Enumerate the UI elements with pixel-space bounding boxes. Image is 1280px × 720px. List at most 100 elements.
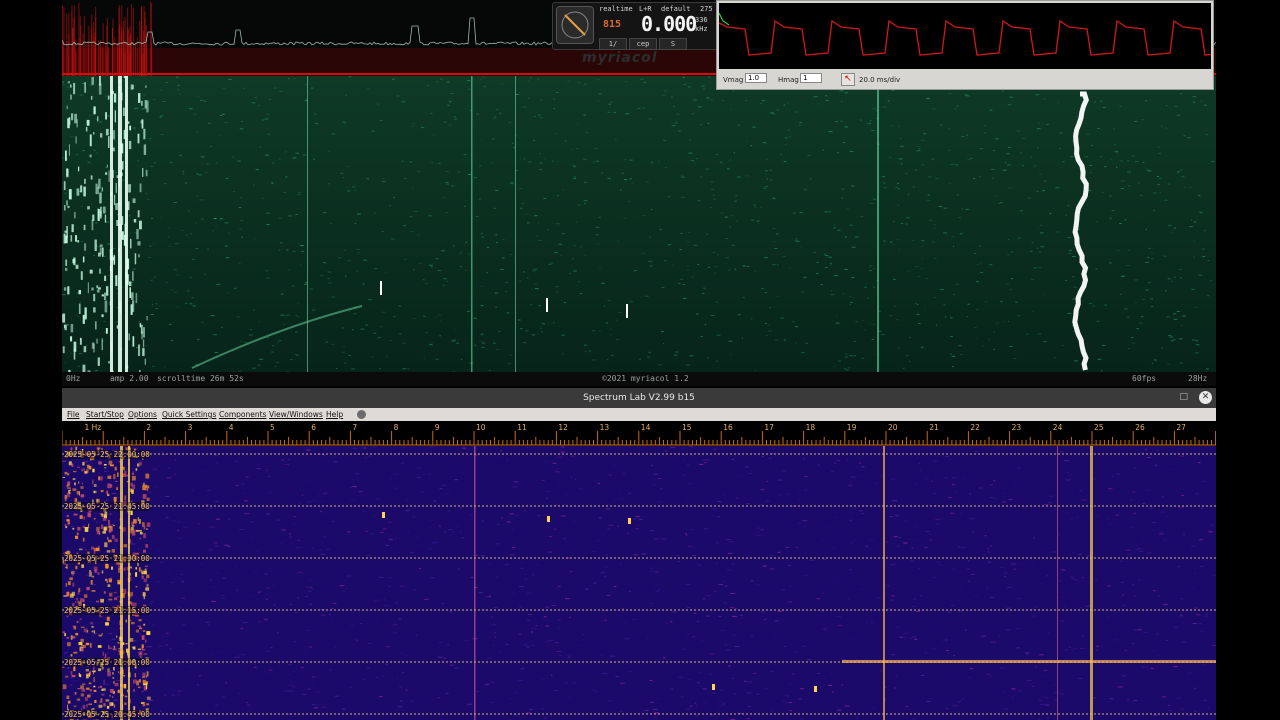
meter-button-s[interactable]: S (659, 38, 687, 50)
low-frequency-noise (68, 144, 70, 156)
noise-speckle (920, 595, 922, 597)
noise-speckle (799, 247, 802, 249)
low-frequency-noise (132, 646, 136, 650)
noise-speckle (382, 181, 386, 183)
low-frequency-noise (109, 647, 113, 650)
vmag-input[interactable] (745, 73, 767, 83)
noise-speckle (576, 148, 579, 150)
noise-speckle (555, 471, 560, 473)
noise-speckle (921, 675, 925, 676)
noise-speckle (897, 182, 899, 184)
noise-speckle (306, 447, 309, 448)
noise-speckle (516, 680, 519, 682)
noise-speckle (709, 653, 715, 655)
noise-speckle (637, 525, 639, 526)
noise-speckle (743, 680, 747, 682)
low-frequency-noise (89, 643, 92, 648)
window-titlebar[interactable]: Spectrum Lab V2.99 b15 □ ✕ (62, 388, 1216, 408)
noise-speckle (638, 518, 643, 520)
noise-speckle (1148, 507, 1154, 509)
noise-speckle (889, 315, 893, 317)
noise-speckle (360, 328, 365, 330)
noise-speckle (912, 239, 915, 241)
menu-start-stop[interactable]: Start/Stop (86, 410, 124, 419)
menu-options[interactable]: Options (128, 410, 157, 419)
low-frequency-noise (145, 85, 147, 88)
spectral-line (474, 446, 476, 720)
noise-speckle (671, 125, 676, 127)
noise-speckle (754, 370, 756, 372)
low-frequency-noise (84, 594, 88, 598)
menu-file[interactable]: File (67, 410, 80, 419)
noise-speckle (213, 542, 218, 544)
menu-quick-settings[interactable]: Quick Settings (162, 410, 216, 419)
noise-speckle (438, 656, 443, 658)
noise-speckle (750, 318, 753, 320)
noise-speckle (1109, 698, 1114, 700)
noise-speckle (1165, 127, 1167, 129)
low-frequency-noise (70, 324, 74, 333)
meter-button-cep[interactable]: cep (629, 38, 657, 50)
noise-speckle (454, 329, 456, 331)
noise-speckle (323, 262, 327, 264)
hmag-input[interactable] (800, 73, 822, 83)
tuning-knob-icon[interactable] (556, 6, 594, 44)
noise-speckle (849, 224, 853, 226)
low-frequency-noise (91, 77, 94, 85)
noise-speckle (723, 602, 728, 604)
noise-speckle (927, 194, 930, 196)
noise-speckle (649, 701, 655, 703)
noise-speckle (686, 364, 690, 366)
noise-speckle (914, 524, 918, 526)
noise-speckle (1101, 191, 1105, 193)
noise-speckle (405, 509, 410, 511)
noise-speckle (1156, 146, 1161, 148)
noise-speckle (1212, 644, 1216, 646)
noise-speckle (699, 176, 702, 178)
noise-speckle (728, 665, 731, 667)
low-frequency-noise (103, 703, 106, 707)
low-frequency-noise (131, 292, 134, 300)
noise-speckle (731, 677, 734, 679)
noise-speckle (470, 518, 473, 520)
low-frequency-noise (83, 224, 86, 231)
noise-speckle (62, 294, 66, 296)
noise-speckle (903, 632, 907, 634)
noise-speckle (463, 154, 467, 156)
noise-speckle (520, 207, 523, 209)
low-frequency-noise (128, 140, 132, 150)
low-frequency-noise (80, 626, 85, 628)
noise-speckle (215, 500, 219, 502)
noise-speckle (415, 165, 417, 167)
noise-speckle (264, 118, 269, 120)
meter-count: 275 (700, 5, 713, 13)
noise-speckle (537, 615, 541, 616)
cursor-arrow-icon[interactable]: ↖ (841, 73, 855, 86)
noise-speckle (177, 89, 180, 91)
noise-speckle (438, 642, 443, 643)
frequency-scale: 1 Hz 2 3 4 5 6 7 8 9 10 11 12 13 14 15 16 17 18 19 20 21 22 23… (62, 421, 1216, 446)
noise-speckle (1070, 156, 1074, 158)
meter-button-1[interactable]: 1/ (599, 38, 627, 50)
close-icon[interactable]: ✕ (1199, 391, 1212, 404)
noise-speckle (277, 632, 279, 634)
menu-view-windows[interactable]: View/Windows (269, 410, 323, 419)
low-frequency-noise (81, 564, 84, 568)
noise-speckle (220, 115, 222, 116)
noise-speckle (754, 206, 756, 208)
noise-speckle (492, 644, 495, 646)
maximize-icon[interactable]: □ (1179, 392, 1188, 402)
noise-speckle (1120, 160, 1123, 162)
scale-label: 26 (1135, 423, 1145, 432)
noise-speckle (1183, 135, 1186, 137)
noise-speckle (975, 450, 977, 452)
low-frequency-noise (79, 674, 82, 678)
menu-help[interactable]: Help (326, 410, 343, 419)
noise-speckle (783, 104, 786, 106)
noise-speckle (560, 254, 563, 256)
noise-speckle (1125, 549, 1131, 551)
low-frequency-noise (112, 677, 115, 679)
noise-speckle (106, 115, 111, 117)
menu-components[interactable]: Components (219, 410, 266, 419)
noise-speckle (179, 93, 181, 95)
